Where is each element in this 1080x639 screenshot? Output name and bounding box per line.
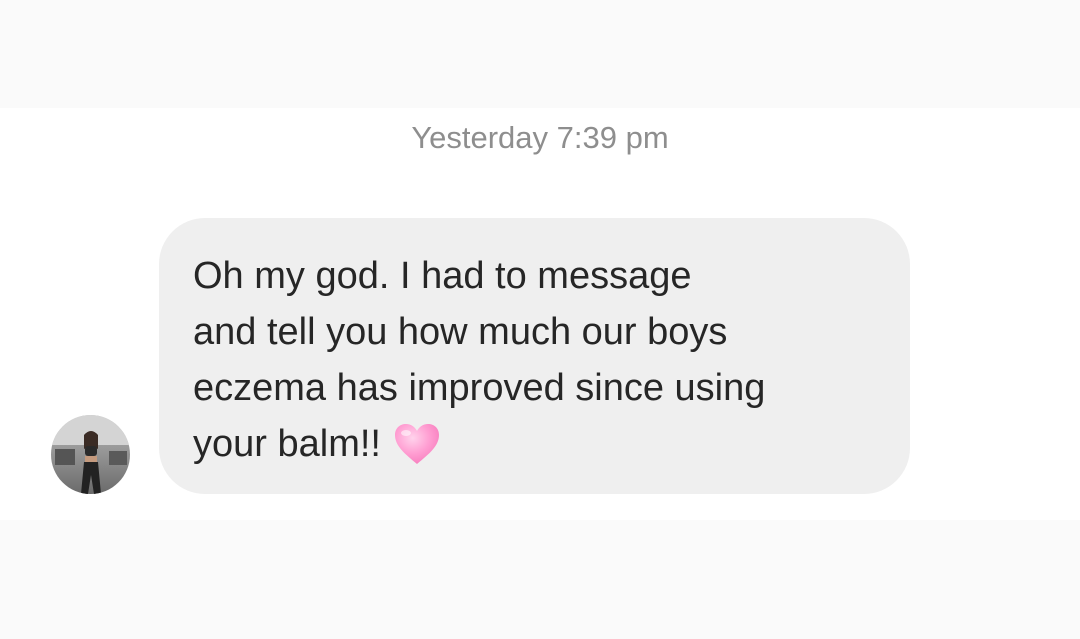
- top-bar: [0, 0, 1080, 108]
- profile-photo-icon: [51, 415, 130, 494]
- sender-avatar[interactable]: [51, 415, 130, 494]
- pink-heart-icon: [394, 424, 439, 464]
- message-body: Oh my god. I had to message and tell you…: [193, 255, 766, 465]
- bottom-bar: [0, 520, 1080, 639]
- message-text: Oh my god. I had to message and tell you…: [193, 248, 876, 472]
- message-timestamp: Yesterday 7:39 pm: [411, 120, 669, 155]
- message-bubble[interactable]: Oh my god. I had to message and tell you…: [159, 218, 910, 494]
